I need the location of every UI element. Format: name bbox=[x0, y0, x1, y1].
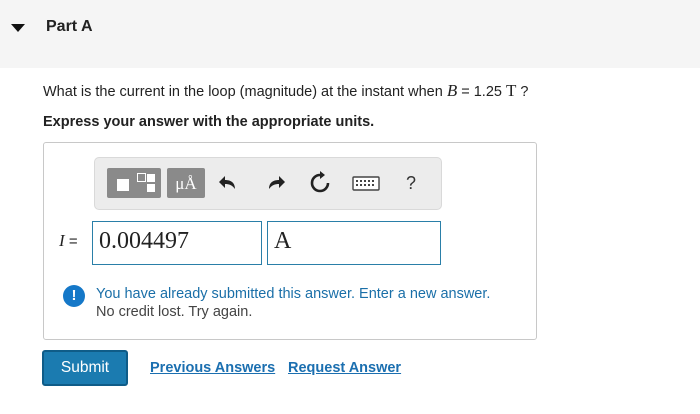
redo-icon[interactable] bbox=[263, 168, 289, 198]
value-input[interactable]: 0.004497 bbox=[92, 221, 262, 265]
question-value: = 1.25 bbox=[457, 84, 506, 100]
unit-input[interactable]: A bbox=[267, 221, 441, 265]
question-text: What is the current in the loop (magnitu… bbox=[43, 81, 528, 101]
submit-button[interactable]: Submit bbox=[42, 350, 128, 386]
question-suffix: ? bbox=[516, 84, 529, 100]
keyboard-icon[interactable] bbox=[351, 168, 381, 198]
units-button[interactable]: μÅ bbox=[167, 168, 205, 198]
part-header[interactable]: Part A bbox=[0, 0, 700, 68]
alert-icon: ! bbox=[63, 285, 85, 307]
math-toolbar: μÅ ? bbox=[94, 157, 442, 210]
answer-box: μÅ ? I = 0.004497 A ! You have already s… bbox=[43, 142, 537, 340]
previous-answers-link[interactable]: Previous Answers bbox=[150, 360, 275, 376]
request-answer-link[interactable]: Request Answer bbox=[288, 360, 401, 376]
reset-icon[interactable] bbox=[307, 168, 333, 198]
part-title: Part A bbox=[46, 18, 93, 35]
template-denominator-icon bbox=[147, 184, 155, 192]
templates-button[interactable] bbox=[107, 168, 161, 198]
feedback-message: You have already submitted this answer. … bbox=[96, 286, 491, 302]
question-unit: T bbox=[505, 81, 517, 100]
feedback-submessage: No credit lost. Try again. bbox=[96, 304, 253, 320]
template-small-square-icon bbox=[137, 173, 146, 182]
template-numerator-icon bbox=[147, 174, 155, 182]
undo-icon[interactable] bbox=[217, 168, 243, 198]
answer-equals: = bbox=[64, 233, 78, 250]
answer-instruction: Express your answer with the appropriate… bbox=[43, 114, 375, 130]
answer-label: I = bbox=[59, 231, 78, 251]
question-variable: B bbox=[446, 81, 458, 100]
question-prefix: What is the current in the loop (magnitu… bbox=[43, 84, 447, 100]
collapse-caret-icon[interactable] bbox=[11, 24, 25, 32]
help-button[interactable]: ? bbox=[401, 168, 421, 198]
template-square-icon bbox=[117, 179, 129, 191]
